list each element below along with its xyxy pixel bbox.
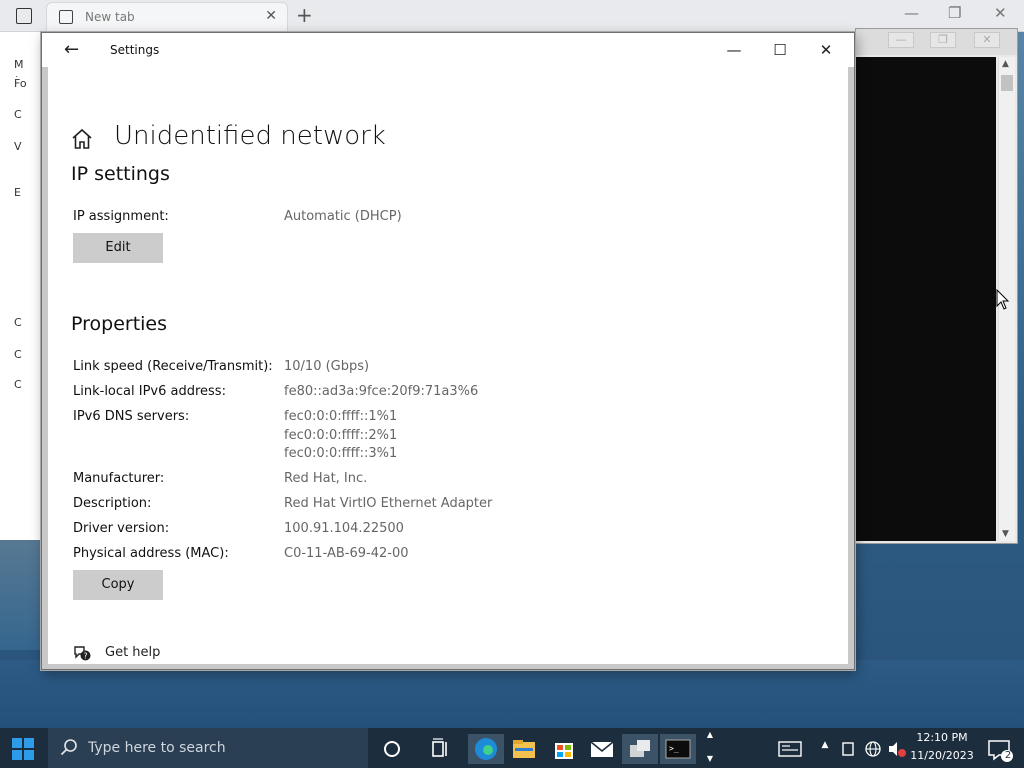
edge-browser-icon[interactable] (468, 734, 504, 764)
file-explorer-icon[interactable] (506, 734, 542, 764)
new-tab-button[interactable]: + (296, 3, 313, 27)
clock-time[interactable]: 12:10 PM (906, 731, 978, 744)
ipv6-dns-value-1: fec0:0:0:ffff::1%1 (284, 409, 398, 424)
peek-text: Fo (14, 77, 27, 90)
start-button[interactable] (12, 738, 34, 760)
peek-text: C (14, 378, 22, 391)
peek-text: E (14, 186, 21, 199)
manufacturer-value: Red Hat, Inc. (284, 471, 368, 486)
copy-button[interactable]: Copy (73, 570, 163, 600)
background-window-peek: M ( C V E C C C (0, 32, 44, 540)
task-view-icon[interactable] (422, 734, 458, 764)
minimize-icon[interactable]: — (711, 37, 757, 65)
mouse-cursor-icon (996, 289, 1010, 310)
description-label: Description: (73, 496, 152, 511)
peek-text: C (14, 316, 22, 329)
settings-window: ← Settings — ☐ ✕ Unidentified network IP… (41, 32, 855, 670)
network-app-icon[interactable] (622, 734, 658, 764)
volume-muted-icon[interactable] (886, 734, 908, 764)
clock-date[interactable]: 11/20/2023 (906, 749, 978, 762)
page-title: Unidentified network (114, 121, 386, 151)
overflow-down-icon[interactable]: ▼ (704, 754, 716, 763)
microsoft-store-icon[interactable] (546, 734, 582, 764)
settings-content: Unidentified network IP settings IP assi… (48, 67, 848, 665)
browser-tab[interactable]: New tab ✕ (46, 2, 288, 32)
cortana-icon[interactable] (374, 734, 410, 764)
mac-address-value: C0-11-AB-69-42-00 (284, 546, 409, 561)
desktop-wallpaper-bottom (0, 660, 1024, 728)
ip-assignment-value: Automatic (DHCP) (284, 209, 402, 224)
tab-title: New tab (85, 10, 135, 24)
back-arrow-icon[interactable]: ← (64, 39, 79, 60)
network-globe-icon[interactable] (862, 734, 884, 764)
ipv6-dns-label: IPv6 DNS servers: (73, 409, 190, 424)
console-screen[interactable] (856, 57, 996, 541)
sidebar-toggle-icon[interactable] (16, 8, 32, 24)
svg-text:>_: >_ (669, 744, 679, 753)
peek-text: V (14, 140, 22, 153)
scroll-thumb[interactable] (1001, 75, 1013, 91)
ip-settings-heading: IP settings (71, 163, 170, 185)
browser-close-icon[interactable]: ✕ (994, 4, 1007, 22)
console-window: — ❐ ✕ ▲ ▼ (855, 28, 1018, 544)
get-help-icon: ? (74, 646, 91, 661)
properties-heading: Properties (71, 313, 168, 335)
driver-version-label: Driver version: (73, 521, 170, 536)
ip-assignment-label: IP assignment: (73, 209, 169, 224)
app-title: Settings (110, 43, 160, 57)
mac-address-label: Physical address (MAC): (73, 546, 229, 561)
maximize-icon[interactable]: ☐ (757, 37, 803, 65)
scroll-down-icon[interactable]: ▼ (1002, 529, 1009, 539)
notification-count: 2 (1004, 750, 1012, 761)
manufacturer-label: Manufacturer: (73, 471, 165, 486)
taskbar: Type here to search >_ ▲ ▼ ▲ 12:10 PM 11… (0, 728, 1024, 768)
tab-close-icon[interactable]: ✕ (265, 8, 277, 24)
scroll-up-icon[interactable]: ▲ (1002, 59, 1009, 69)
console-titlebar: — ❐ ✕ (856, 29, 1017, 55)
driver-version-value: 100.91.104.22500 (284, 521, 404, 536)
get-help-link[interactable]: Get help (105, 645, 160, 660)
peek-text: C (14, 348, 22, 361)
window-border-right (848, 33, 854, 669)
home-icon[interactable] (70, 127, 94, 151)
ipv6-address-label: Link-local IPv6 address: (73, 384, 226, 399)
edit-button[interactable]: Edit (73, 233, 163, 263)
ipv6-address-value: fe80::ad3a:9fce:20f9:71a3%6 (284, 384, 479, 399)
console-restore-icon[interactable]: ❐ (930, 32, 956, 48)
link-speed-label: Link speed (Receive/Transmit): (73, 359, 273, 374)
taskbar-search-box[interactable]: Type here to search (48, 728, 368, 768)
svg-text:?: ? (83, 652, 87, 661)
browser-restore-icon[interactable]: ❐ (948, 4, 961, 22)
ipv6-dns-value-2: fec0:0:0:ffff::2%1 (284, 427, 398, 443)
console-close-icon[interactable]: ✕ (974, 32, 1000, 48)
device-icon[interactable] (838, 734, 860, 764)
ipv6-dns-value-3: fec0:0:0:ffff::3%1 (284, 446, 398, 461)
browser-minimize-icon[interactable]: — (904, 4, 919, 22)
link-speed-value: 10/10 (Gbps) (284, 359, 370, 374)
console-minimize-icon[interactable]: — (888, 32, 914, 48)
search-placeholder: Type here to search (88, 740, 226, 756)
new-tab-page-icon (59, 10, 73, 24)
peek-text: C (14, 108, 22, 121)
overflow-up-icon[interactable]: ▲ (704, 730, 716, 739)
settings-titlebar: ← Settings — ☐ ✕ (42, 33, 854, 67)
mail-icon[interactable] (584, 734, 620, 764)
close-icon[interactable]: ✕ (803, 37, 849, 65)
news-widget-icon[interactable] (772, 734, 808, 764)
description-value: Red Hat VirtIO Ethernet Adapter (284, 496, 493, 511)
search-icon (60, 739, 77, 756)
peek-text: M (14, 58, 24, 71)
command-prompt-icon[interactable]: >_ (660, 734, 696, 764)
tray-chevron-up-icon[interactable]: ▲ (818, 740, 832, 750)
